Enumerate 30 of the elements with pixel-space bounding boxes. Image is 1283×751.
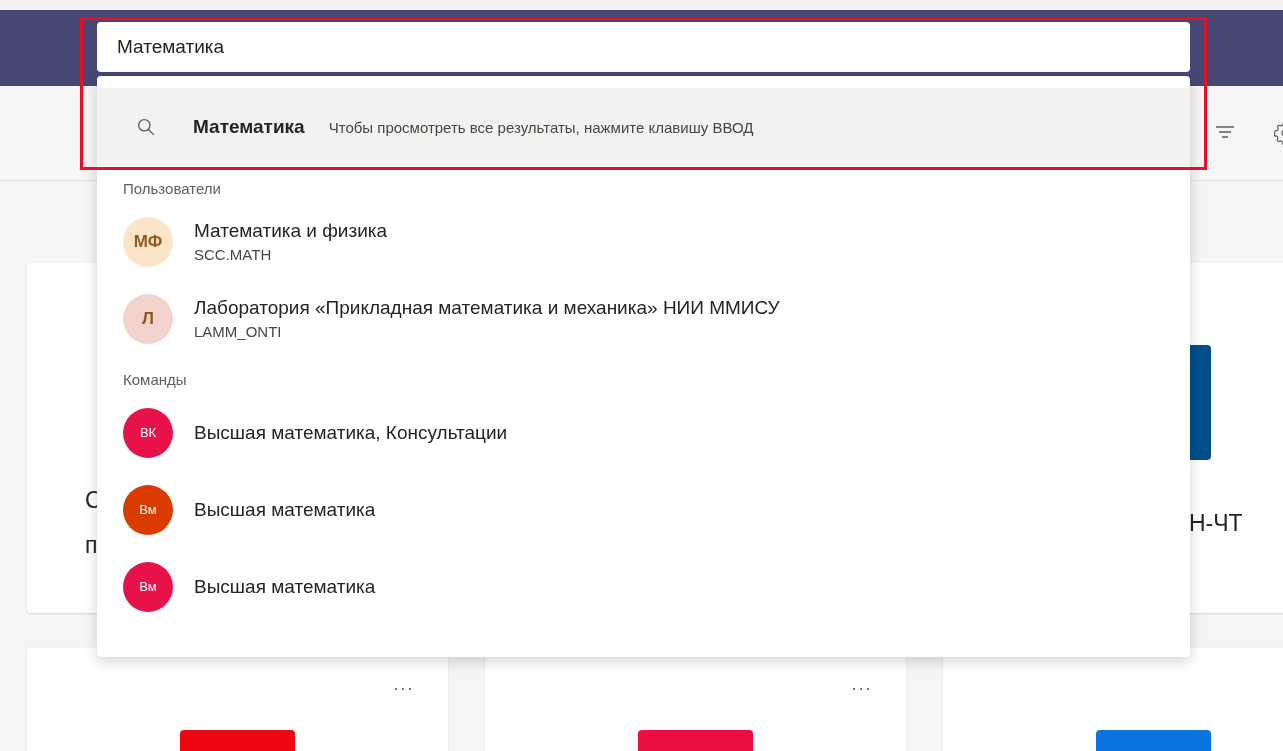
suggestion-hint: Чтобы просмотреть все результаты, нажмите клавишу ВВОД (328, 118, 754, 136)
avatar: МФ (123, 216, 173, 267)
section-heading: Пользователи (122, 180, 222, 197)
avatar: Вм (123, 484, 173, 535)
result-name: Высшая математика (194, 575, 376, 598)
result-item[interactable]: МФ Математика и физика SCC.MATH (97, 203, 1190, 280)
search-field[interactable]: Математика (97, 22, 1190, 72)
result-item[interactable]: Л Лаборатория «Прикладная математика и механика» НИИ ММИСУ LAMM_ONTI (97, 280, 1190, 357)
card-title: Н-ЧТ (1189, 508, 1244, 538)
result-name: Математика и физика (194, 220, 388, 242)
result-item[interactable]: ВК Высшая математика, Консультации (97, 394, 1190, 471)
section-heading: Команды (122, 371, 188, 388)
result-name: Лаборатория «Прикладная математика и механика» НИИ ММИСУ (194, 297, 780, 319)
result-name: Высшая математика (194, 498, 376, 521)
filter-icon[interactable] (1215, 125, 1235, 141)
more-options-button[interactable]: ··· (393, 680, 414, 696)
search-icon (137, 118, 155, 136)
result-name: Высшая математика, Консультации (194, 421, 508, 444)
result-subtitle: LAMM_ONTI (194, 323, 283, 340)
result-item[interactable]: Вм Высшая математика (97, 548, 1190, 625)
result-subtitle: SCC.MATH (194, 246, 273, 263)
more-options-button[interactable]: ··· (851, 680, 872, 696)
card-title: п (85, 531, 99, 560)
team-card[interactable]: ··· (27, 648, 448, 751)
search-suggestion[interactable]: Математика Чтобы просмотреть все результаты, нажмите клавишу ВВОД (97, 88, 1190, 166)
avatar: ВК (123, 407, 173, 458)
avatar: Вм (123, 561, 173, 612)
suggestion-query: Математика (193, 116, 305, 138)
avatar: Л (123, 293, 173, 344)
result-item[interactable]: Вм Высшая математика (97, 471, 1190, 548)
